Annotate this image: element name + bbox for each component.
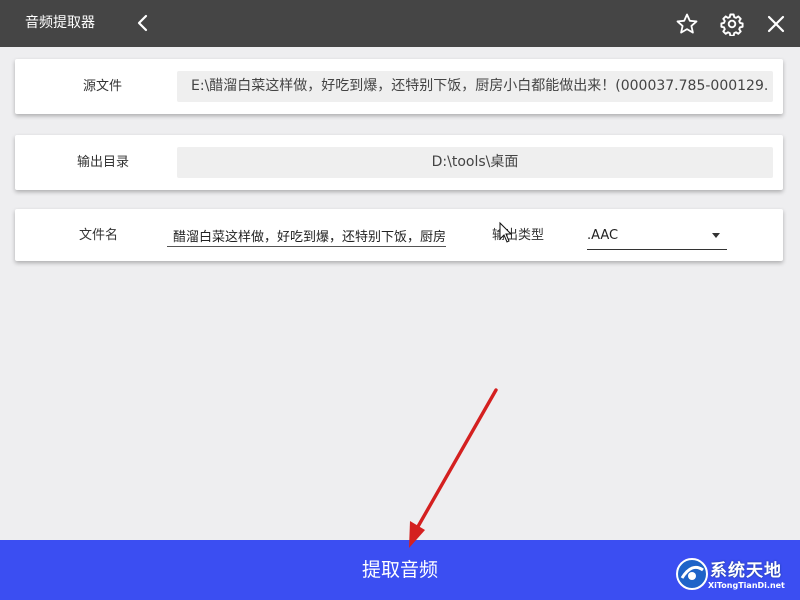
back-icon bbox=[137, 14, 148, 32]
back-button[interactable] bbox=[133, 11, 153, 35]
watermark-text: 系统天地 bbox=[710, 561, 782, 581]
filename-input[interactable] bbox=[167, 225, 446, 247]
watermark-subtext: XiTongTianDi.net bbox=[708, 581, 785, 590]
title-bar: 音频提取器 bbox=[0, 0, 800, 47]
output-dir-card: 输出目录 D:\tools\桌面 bbox=[15, 135, 783, 190]
dropdown-caret-icon bbox=[712, 233, 720, 238]
source-file-label: 源文件 bbox=[83, 79, 123, 94]
watermark: 系统天地 XiTongTianDi.net bbox=[672, 548, 798, 598]
close-button[interactable] bbox=[764, 12, 788, 36]
options-card: 文件名 输出类型 .AAC bbox=[15, 209, 783, 261]
close-icon bbox=[767, 15, 785, 33]
settings-button[interactable] bbox=[720, 12, 744, 37]
output-dir-label: 输出目录 bbox=[77, 155, 130, 170]
favorite-button[interactable] bbox=[675, 12, 699, 36]
output-type-label: 输出类型 bbox=[492, 228, 545, 243]
source-file-field[interactable]: E:\醋溜白菜这样做，好吃到爆，还特别下饭，厨房小白都能做出来！(000037.… bbox=[177, 71, 773, 102]
gear-icon bbox=[720, 13, 744, 37]
filename-label: 文件名 bbox=[79, 228, 119, 243]
output-dir-field[interactable]: D:\tools\桌面 bbox=[177, 147, 773, 178]
source-file-card: 源文件 E:\醋溜白菜这样做，好吃到爆，还特别下饭，厨房小白都能做出来！(000… bbox=[15, 59, 783, 114]
output-type-select[interactable]: .AAC bbox=[587, 225, 727, 250]
watermark-logo-icon bbox=[676, 558, 708, 590]
star-icon bbox=[676, 13, 698, 34]
annotation-arrow-icon bbox=[409, 388, 498, 548]
app-title: 音频提取器 bbox=[25, 15, 95, 31]
output-type-value: .AAC bbox=[587, 228, 619, 243]
